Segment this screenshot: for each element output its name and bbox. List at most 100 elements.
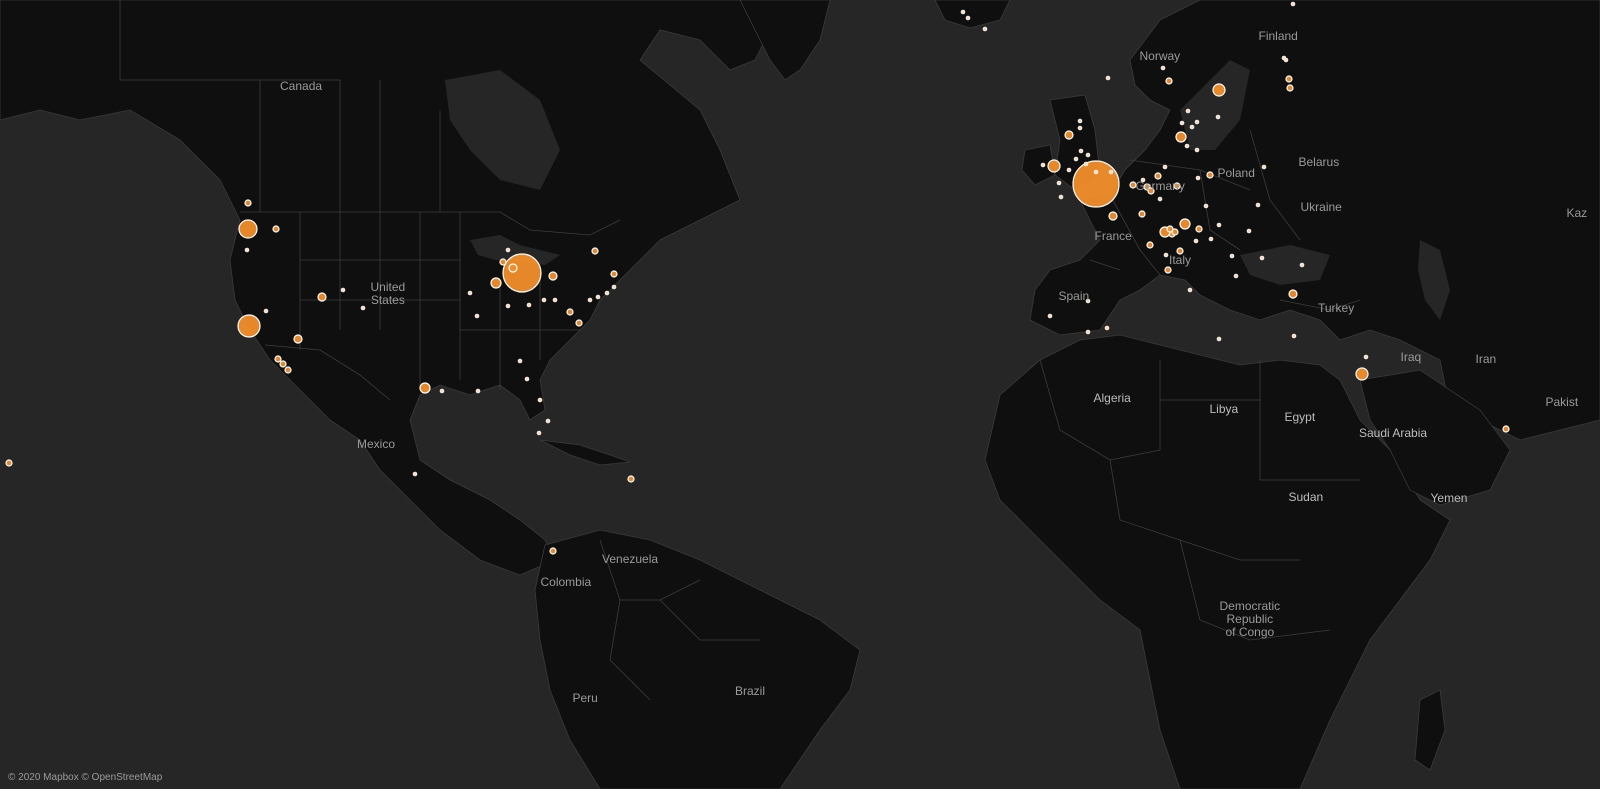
data-marker[interactable] [549, 547, 557, 555]
data-marker[interactable] [627, 475, 635, 483]
data-marker[interactable] [1171, 228, 1179, 236]
data-marker[interactable] [502, 253, 542, 293]
data-marker[interactable] [1140, 177, 1146, 183]
data-marker[interactable] [1184, 143, 1190, 149]
data-marker[interactable] [1160, 65, 1166, 71]
data-marker[interactable] [536, 430, 542, 436]
data-marker[interactable] [419, 382, 431, 394]
data-marker[interactable] [1203, 203, 1209, 209]
data-marker[interactable] [284, 366, 292, 374]
data-marker[interactable] [272, 225, 280, 233]
data-marker[interactable] [1093, 169, 1099, 175]
data-marker[interactable] [1047, 159, 1061, 173]
data-marker[interactable] [1154, 172, 1162, 180]
data-marker[interactable] [1085, 298, 1091, 304]
data-marker[interactable] [591, 247, 599, 255]
data-marker[interactable] [1229, 253, 1235, 259]
data-marker[interactable] [604, 290, 610, 296]
data-marker[interactable] [1073, 156, 1079, 162]
data-marker[interactable] [982, 26, 988, 32]
data-marker[interactable] [1194, 119, 1200, 125]
data-marker[interactable] [490, 277, 502, 289]
data-marker[interactable] [1040, 162, 1046, 168]
data-marker[interactable] [517, 358, 523, 364]
data-marker[interactable] [548, 271, 558, 281]
data-marker[interactable] [1138, 210, 1146, 218]
data-marker[interactable] [1108, 169, 1114, 175]
data-marker[interactable] [1077, 118, 1083, 124]
data-marker[interactable] [526, 302, 532, 308]
data-marker[interactable] [1215, 114, 1221, 120]
data-marker[interactable] [1104, 325, 1110, 331]
data-marker[interactable] [1261, 164, 1267, 170]
data-marker[interactable] [439, 388, 445, 394]
data-marker[interactable] [1195, 175, 1201, 181]
data-marker[interactable] [1259, 255, 1265, 261]
data-marker[interactable] [1129, 181, 1137, 189]
data-marker[interactable] [1164, 266, 1172, 274]
data-marker[interactable] [587, 297, 593, 303]
data-marker[interactable] [1255, 202, 1261, 208]
data-marker[interactable] [1216, 336, 1222, 342]
data-marker[interactable] [1173, 182, 1181, 190]
data-marker[interactable] [1165, 77, 1173, 85]
data-marker[interactable] [1212, 83, 1226, 97]
data-marker[interactable] [1193, 238, 1199, 244]
data-marker[interactable] [317, 292, 327, 302]
data-marker[interactable] [1157, 196, 1163, 202]
data-marker[interactable] [1288, 289, 1298, 299]
data-marker[interactable] [1285, 75, 1293, 83]
data-marker[interactable] [274, 355, 282, 363]
data-marker[interactable] [1502, 425, 1510, 433]
data-marker[interactable] [1176, 247, 1184, 255]
data-marker[interactable] [1286, 84, 1294, 92]
data-marker[interactable] [1290, 1, 1296, 7]
data-marker[interactable] [1175, 131, 1187, 143]
data-marker[interactable] [1363, 354, 1369, 360]
data-marker[interactable] [1185, 108, 1191, 114]
data-marker[interactable] [263, 308, 269, 314]
data-marker[interactable] [611, 284, 617, 290]
data-marker[interactable] [1233, 273, 1239, 279]
data-marker[interactable] [412, 471, 418, 477]
data-marker[interactable] [508, 263, 518, 273]
data-marker[interactable] [293, 334, 303, 344]
data-marker[interactable] [1355, 367, 1369, 381]
data-marker[interactable] [1064, 130, 1074, 140]
data-marker[interactable] [524, 376, 530, 382]
data-marker[interactable] [1195, 225, 1203, 233]
data-marker[interactable] [475, 388, 481, 394]
data-marker[interactable] [1299, 262, 1305, 268]
data-marker[interactable] [474, 313, 480, 319]
data-marker[interactable] [1189, 124, 1195, 130]
data-marker[interactable] [595, 294, 601, 300]
data-marker[interactable] [1085, 152, 1091, 158]
map-view[interactable]: Canada United States Mexico Venezuela Co… [0, 0, 1600, 789]
data-marker[interactable] [1291, 333, 1297, 339]
data-marker[interactable] [1179, 218, 1191, 230]
data-marker[interactable] [965, 15, 971, 21]
data-marker[interactable] [360, 305, 366, 311]
data-marker[interactable] [505, 247, 511, 253]
data-marker[interactable] [1056, 180, 1062, 186]
data-marker[interactable] [960, 9, 966, 15]
data-marker[interactable] [1179, 120, 1185, 126]
data-marker[interactable] [5, 459, 13, 467]
data-marker[interactable] [1083, 161, 1089, 167]
data-marker[interactable] [1078, 148, 1084, 154]
data-marker[interactable] [1047, 313, 1053, 319]
data-marker[interactable] [1246, 228, 1252, 234]
data-marker[interactable] [499, 258, 507, 266]
data-marker[interactable] [1066, 167, 1072, 173]
data-marker[interactable] [1206, 171, 1214, 179]
data-marker[interactable] [505, 303, 511, 309]
data-marker[interactable] [566, 308, 574, 316]
data-marker[interactable] [545, 418, 551, 424]
map-attribution[interactable]: © 2020 Mapbox © OpenStreetMap [8, 772, 162, 783]
data-marker[interactable] [244, 199, 252, 207]
data-marker[interactable] [1216, 222, 1222, 228]
data-marker[interactable] [552, 297, 558, 303]
data-marker[interactable] [244, 247, 250, 253]
data-marker[interactable] [1072, 160, 1120, 208]
data-marker[interactable] [467, 290, 473, 296]
